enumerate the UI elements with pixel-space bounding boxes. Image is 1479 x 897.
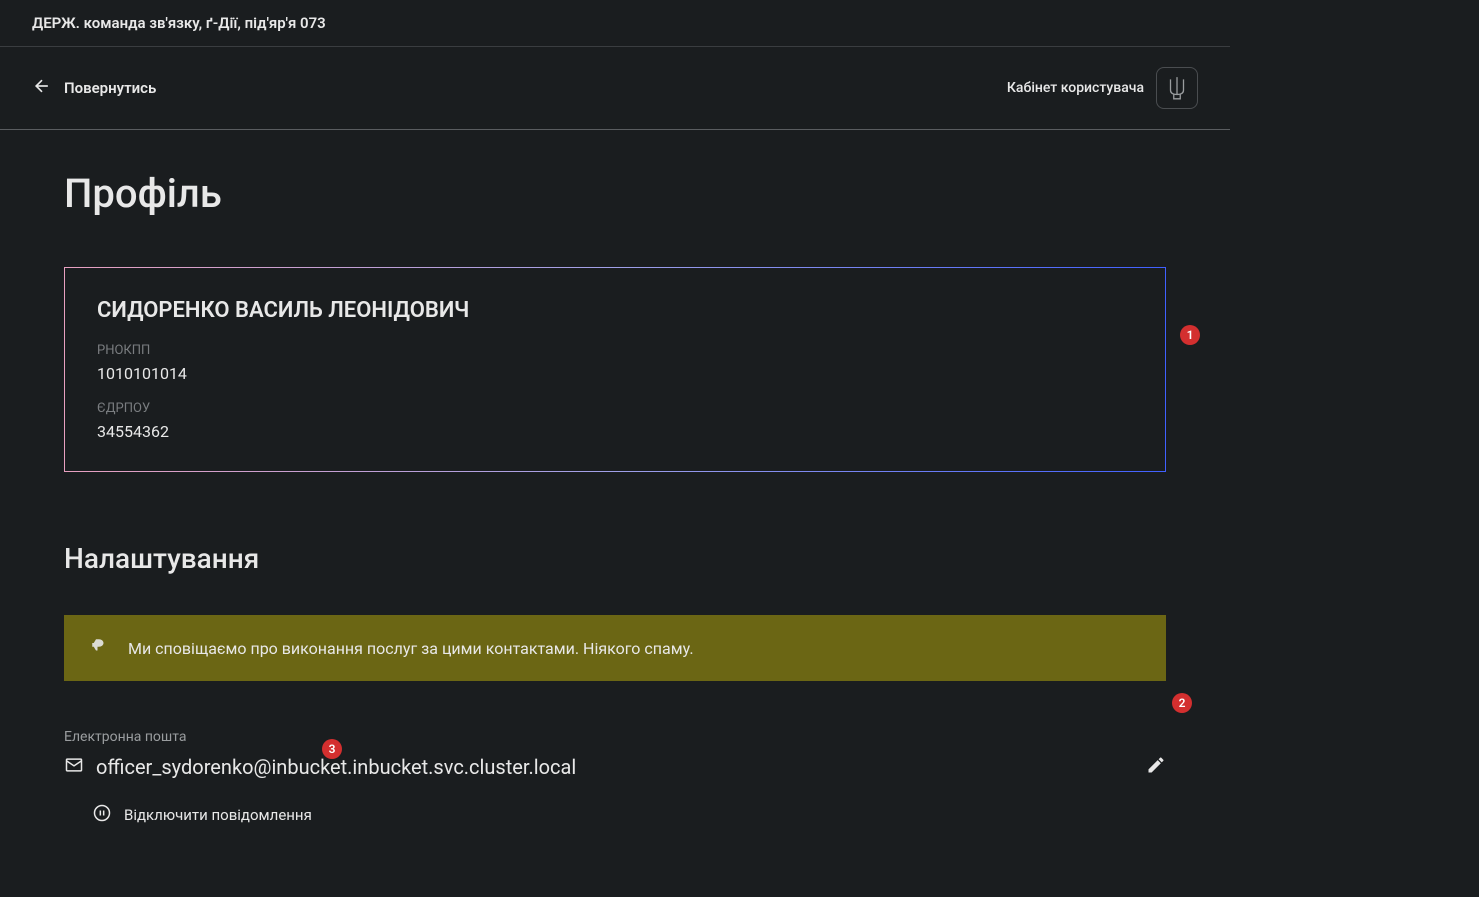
- cabinet-button[interactable]: Кабінет користувача: [1007, 67, 1198, 109]
- field-value: 34554362: [97, 422, 1133, 441]
- field-label: ЄДРПОУ: [97, 401, 1133, 416]
- back-label: Повернутись: [64, 79, 156, 97]
- back-button[interactable]: Повернутись: [32, 76, 156, 100]
- cabinet-label: Кабінет користувача: [1007, 80, 1144, 96]
- field-value: 1010101014: [97, 364, 1133, 383]
- banner-text: Ми сповіщаємо про виконання послуг за ци…: [128, 639, 694, 658]
- pencil-icon: [1146, 760, 1166, 779]
- app-title: ДЕРЖ. команда зв'язку, ґ-Дії, під'яр'я 0…: [32, 14, 1198, 32]
- email-label: Електронна пошта: [64, 729, 1166, 745]
- disable-notif-label: Відключити повідомлення: [124, 806, 312, 824]
- toolbar: Повернутись Кабінет користувача: [0, 47, 1230, 130]
- profile-card: СИДОРЕНКО ВАСИЛЬ ЛЕОНІДОВИЧ РНОКПП 10101…: [64, 267, 1166, 472]
- profile-field-edrpou: ЄДРПОУ 34554362: [97, 401, 1133, 441]
- annotation-badge-3: 3: [322, 739, 342, 759]
- annotation-badge-1: 1: [1180, 325, 1200, 345]
- annotation-badge-2: 2: [1172, 693, 1192, 713]
- field-label: РНОКПП: [97, 343, 1133, 358]
- trident-icon: [1156, 67, 1198, 109]
- header: ДЕРЖ. команда зв'язку, ґ-Дії, під'яр'я 0…: [0, 0, 1230, 47]
- settings-title: Налаштування: [64, 542, 1166, 575]
- disable-notifications-button[interactable]: Відключити повідомлення: [92, 803, 1166, 827]
- main-content: Профіль СИДОРЕНКО ВАСИЛЬ ЛЕОНІДОВИЧ РНОК…: [0, 130, 1230, 887]
- arrow-left-icon: [32, 76, 52, 100]
- email-value: officer_sydorenko@inbucket.inbucket.svc.…: [96, 755, 576, 779]
- page-title: Профіль: [64, 170, 1166, 217]
- mail-icon: [64, 755, 84, 779]
- profile-name: СИДОРЕНКО ВАСИЛЬ ЛЕОНІДОВИЧ: [97, 298, 1133, 323]
- edit-email-button[interactable]: [1146, 755, 1166, 779]
- megaphone-icon: [90, 637, 108, 659]
- pause-circle-icon: [92, 803, 112, 827]
- info-banner: Ми сповіщаємо про виконання послуг за ци…: [64, 615, 1166, 681]
- profile-field-rnokpp: РНОКПП 1010101014: [97, 343, 1133, 383]
- email-section: Електронна пошта officer_sydorenko@inbuc…: [64, 729, 1166, 827]
